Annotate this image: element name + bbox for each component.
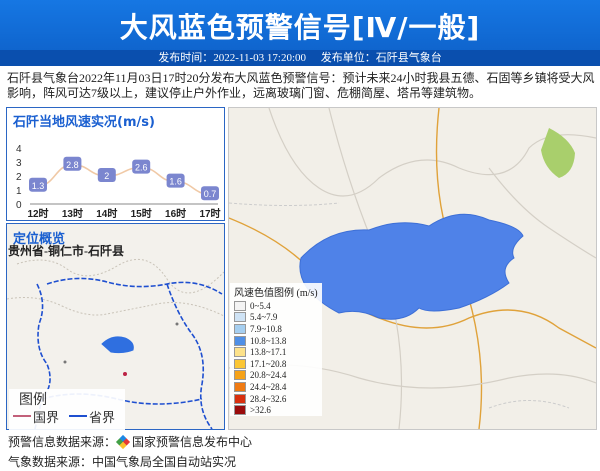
- color-swatch: [234, 358, 246, 369]
- color-legend-item: 24.4~28.4: [230, 381, 322, 393]
- map-legend: 图例 国界 省界: [9, 389, 125, 433]
- color-swatch: [234, 300, 246, 311]
- warning-description: 石阡县气象台2022年11月03日17时20分发布大风蓝色预警信号：预计未来24…: [7, 71, 595, 100]
- color-legend-item: 17.1~20.8: [230, 358, 322, 370]
- issue-time: 发布时间：2022-11-03 17:20:00: [158, 52, 307, 64]
- color-swatch: [234, 370, 246, 381]
- national-border-swatch: [13, 415, 31, 417]
- wind-data-label: 0.7: [204, 189, 217, 199]
- x-tick-label: 13时: [62, 207, 83, 220]
- x-tick-label: 17时: [199, 207, 220, 220]
- warning-title: 大风蓝色预警信号[Ⅳ/一般]: [119, 11, 481, 44]
- color-swatch: [234, 393, 246, 404]
- header-banner: 大风蓝色预警信号[Ⅳ/一般] 发布时间：2022-11-03 17:20:00 …: [0, 0, 600, 66]
- color-legend-item: 0~5.4: [230, 300, 322, 312]
- color-legend-title: 风速色值图例 (m/s): [234, 288, 318, 299]
- wind-data-label: 1.6: [169, 177, 182, 187]
- national-border-label: 国界: [33, 410, 60, 425]
- wind-data-label: 2.8: [66, 160, 79, 170]
- source1-value[interactable]: 国家预警信息发布中心: [132, 435, 252, 449]
- color-swatch: [234, 323, 246, 334]
- color-legend-label: 24.4~28.4: [250, 381, 287, 392]
- x-tick-label: 12时: [27, 207, 48, 220]
- y-tick-label: 4: [16, 144, 22, 155]
- map-legend-title: 图例: [19, 393, 47, 408]
- color-legend-label: 0~5.4: [250, 300, 271, 311]
- footer-source-2: 气象数据来源：中国气象局全国自动站实况: [8, 455, 237, 469]
- wind-data-label: 2.6: [135, 163, 148, 173]
- color-legend-label: 5.4~7.9: [250, 312, 278, 323]
- color-legend-label: 17.1~20.8: [250, 358, 287, 369]
- color-legend-label: 20.8~24.4: [250, 370, 287, 381]
- color-legend-label: 7.9~10.8: [250, 323, 282, 334]
- color-legend-item: 5.4~7.9: [230, 312, 322, 324]
- color-legend-label: 28.4~32.6: [250, 393, 287, 404]
- wind-data-label: 2: [104, 171, 109, 181]
- wind-speed-chart: 0 1 2 3 4 1.3 12时 2.8 13时 2 14时 2.6 15时 1.6 16时 0.7 17时: [16, 144, 221, 220]
- wind-color-legend: 风速色值图例 (m/s) 0~5.4 5.4~7.9 7.9~10.8 10.8~13…: [230, 283, 322, 416]
- color-swatch: [234, 335, 246, 346]
- province-border-swatch: [69, 415, 87, 417]
- footer-source-1: 预警信息数据来源： 国家预警信息发布中心: [8, 433, 252, 450]
- color-legend-label: 13.8~17.1: [250, 347, 287, 358]
- y-tick-label: 0: [16, 200, 22, 211]
- color-legend-label: >32.6: [250, 405, 271, 416]
- color-legend-item: 13.8~17.1: [230, 346, 322, 358]
- color-legend-item: 28.4~32.6: [230, 393, 322, 405]
- color-legend-item: 20.8~24.4: [230, 370, 322, 382]
- color-legend-item: >32.6: [230, 404, 322, 416]
- source1-label: 预警信息数据来源：: [8, 435, 117, 449]
- x-tick-label: 15时: [131, 207, 152, 220]
- source-logo-icon: [115, 434, 131, 450]
- wind-data-label: 1.3: [32, 181, 45, 191]
- color-legend-item: 10.8~13.8: [230, 335, 322, 347]
- color-legend-label: 10.8~13.8: [250, 335, 287, 346]
- location-path: 贵州省-铜仁市-石阡县: [8, 244, 124, 258]
- x-tick-label: 16时: [165, 207, 186, 220]
- y-tick-label: 2: [16, 172, 22, 183]
- x-tick-label: 14时: [96, 207, 117, 220]
- color-swatch: [234, 312, 246, 323]
- y-tick-label: 3: [16, 158, 22, 169]
- color-swatch: [234, 347, 246, 358]
- y-tick-label: 1: [16, 186, 22, 197]
- color-swatch: [234, 405, 246, 416]
- issue-info-bar: 发布时间：2022-11-03 17:20:00 发布单位：石阡县气象台: [0, 50, 600, 66]
- color-legend-item: 7.9~10.8: [230, 323, 322, 335]
- issue-unit: 发布单位：石阡县气象台: [320, 52, 442, 64]
- province-border-label: 省界: [89, 410, 116, 425]
- color-swatch: [234, 381, 246, 392]
